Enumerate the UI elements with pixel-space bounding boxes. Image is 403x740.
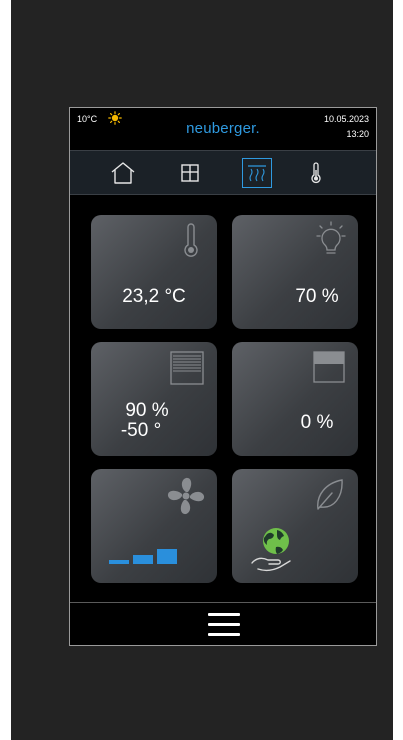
light-value: 70 % <box>295 286 339 307</box>
fan-level-bar <box>133 555 153 564</box>
thermometer-icon <box>184 223 198 257</box>
window-icon <box>181 164 199 182</box>
fan-tile[interactable] <box>91 469 217 583</box>
nav-bar <box>70 150 376 195</box>
nav-heating[interactable] <box>242 158 272 188</box>
touch-screen: 10°C neuberger. 10.05.2023 13:20 23,2 °C… <box>69 107 377 646</box>
eco-tile[interactable] <box>232 469 358 583</box>
nav-window[interactable] <box>176 159 204 187</box>
shutter-value: 0 % <box>300 412 334 433</box>
globe-hand-icon <box>251 528 291 572</box>
house-icon <box>111 162 135 184</box>
footer-bar <box>70 602 376 645</box>
fan-level-indicator <box>109 547 181 564</box>
light-tile[interactable]: 70 % <box>232 215 358 329</box>
nav-thermometer[interactable] <box>302 159 330 187</box>
leaf-icon <box>317 479 343 510</box>
lightbulb-icon <box>316 221 346 254</box>
thermometer-icon <box>311 162 321 184</box>
blinds-position-value: 90 % <box>125 400 169 421</box>
hamburger-menu-icon[interactable] <box>208 611 240 639</box>
device-frame: 10°C neuberger. 10.05.2023 13:20 23,2 °C… <box>11 0 393 740</box>
blinds-icon <box>170 351 204 385</box>
shutter-icon <box>313 351 345 383</box>
time-display: 13:20 <box>346 129 369 139</box>
blinds-tile[interactable]: 90 % -50 ° <box>91 342 217 456</box>
status-bar: 10°C neuberger. 10.05.2023 13:20 <box>70 108 376 150</box>
nav-home[interactable] <box>109 159 137 187</box>
temperature-value: 23,2 °C <box>122 286 186 307</box>
heating-icon <box>248 165 266 182</box>
fan-level-bar <box>157 549 177 564</box>
blinds-angle-value: -50 ° <box>120 420 162 441</box>
date-display: 10.05.2023 <box>323 114 369 124</box>
shutter-tile[interactable]: 0 % <box>232 342 358 456</box>
temperature-tile[interactable]: 23,2 °C <box>91 215 217 329</box>
fan-level-bar <box>109 560 129 564</box>
fan-icon <box>167 477 205 515</box>
